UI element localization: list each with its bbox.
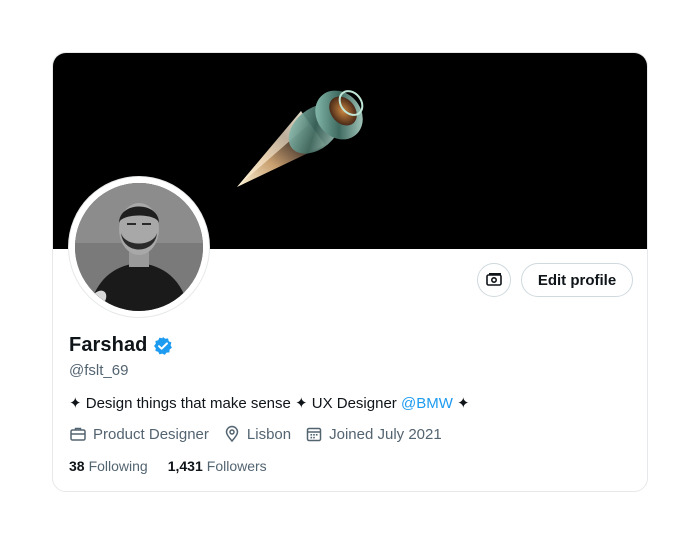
following-label: Following xyxy=(88,458,148,474)
followers-link[interactable]: 1,431 Followers xyxy=(168,458,267,474)
bio-text: ✦ Design things that make sense ✦ UX Des… xyxy=(69,395,401,412)
profile-name: Farshad xyxy=(69,334,148,356)
edit-profile-button[interactable]: Edit profile xyxy=(521,263,633,297)
following-link[interactable]: 38 Following xyxy=(69,458,148,474)
location-pin-icon xyxy=(225,425,239,443)
bio-mention-link[interactable]: @BMW xyxy=(401,395,453,412)
meta-joined: Joined July 2021 xyxy=(305,425,442,443)
verified-badge-icon[interactable] xyxy=(153,336,173,356)
profile-card: Edit profile Farshad @fslt_69 ✦ Design t… xyxy=(52,52,648,492)
profile-meta: Product Designer Lisbon Joined July 2021 xyxy=(69,425,456,443)
location-label: Lisbon xyxy=(246,425,292,443)
bio-suffix: ✦ xyxy=(452,395,470,412)
meta-location: Lisbon xyxy=(223,425,291,443)
profile-handle: @fslt_69 xyxy=(69,362,129,379)
followers-label: Followers xyxy=(206,458,267,474)
work-label: Product Designer xyxy=(93,425,209,443)
briefcase-icon xyxy=(70,427,86,441)
meta-work: Product Designer xyxy=(69,425,209,443)
calendar-icon xyxy=(306,427,322,442)
money-icon xyxy=(486,273,502,286)
profile-avatar[interactable] xyxy=(69,177,209,317)
profile-bio: ✦ Design things that make sense ✦ UX Des… xyxy=(69,394,470,412)
joined-label: Joined July 2021 xyxy=(329,425,442,443)
profile-stats: 38 Following 1,431 Followers xyxy=(69,458,287,474)
avatar-photo xyxy=(75,183,203,311)
profile-name-row: Farshad xyxy=(69,334,173,357)
monetization-button[interactable] xyxy=(477,263,511,297)
following-count: 38 xyxy=(69,458,85,474)
followers-count: 1,431 xyxy=(167,458,203,474)
